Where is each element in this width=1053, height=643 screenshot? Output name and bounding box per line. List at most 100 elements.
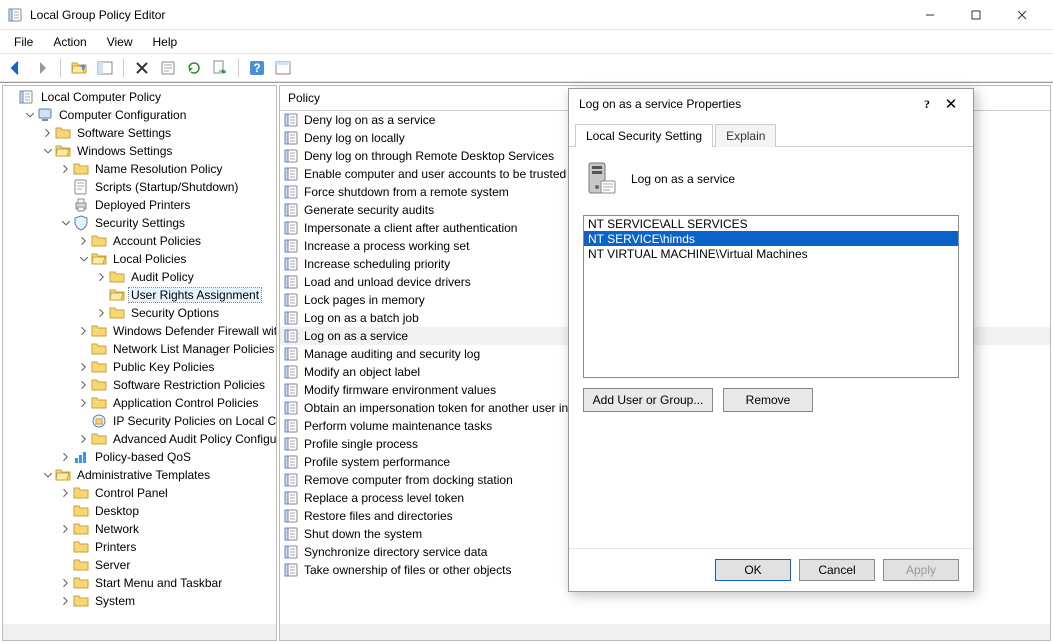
- tree-local-policies[interactable]: Local Policies: [75, 250, 276, 268]
- chevron-right-icon[interactable]: [59, 594, 73, 608]
- menu-action[interactable]: Action: [43, 32, 96, 52]
- member-row[interactable]: NT VIRTUAL MACHINE\Virtual Machines: [584, 246, 958, 261]
- folder-icon: [109, 305, 125, 321]
- tree-windows-settings[interactable]: Windows Settings: [39, 142, 276, 160]
- tree-network-list-manager-policies[interactable]: Network List Manager Policies: [75, 340, 276, 358]
- policy-icon: [284, 274, 300, 290]
- chevron-right-icon[interactable]: [59, 576, 73, 590]
- tree-printers[interactable]: Printers: [57, 538, 276, 556]
- policy-icon: [284, 202, 300, 218]
- chevron-right-icon[interactable]: [59, 450, 73, 464]
- chevron-right-icon[interactable]: [77, 432, 91, 446]
- toolbar-refresh-button[interactable]: [182, 57, 206, 79]
- window-maximize-button[interactable]: [953, 0, 999, 30]
- remove-button[interactable]: Remove: [723, 388, 813, 412]
- tab-local-security-setting[interactable]: Local Security Setting: [575, 124, 713, 147]
- toolbar-show-hide-tree-button[interactable]: [93, 57, 117, 79]
- chevron-right-icon[interactable]: [77, 396, 91, 410]
- tree-scrollbar[interactable]: [3, 624, 276, 640]
- tree-software-restriction-policies[interactable]: Software Restriction Policies: [75, 376, 276, 394]
- policy-label: Increase scheduling priority: [304, 257, 450, 271]
- tree-pane[interactable]: Local Computer Policy Computer Configura…: [2, 85, 277, 641]
- toolbar-help-button[interactable]: ?: [245, 57, 269, 79]
- tree-security-settings[interactable]: Security Settings: [57, 214, 276, 232]
- chevron-right-icon[interactable]: [59, 522, 73, 536]
- dialog-close-button[interactable]: ✕: [939, 95, 963, 113]
- tree-start-menu-taskbar[interactable]: Start Menu and Taskbar: [57, 574, 276, 592]
- members-listbox[interactable]: NT SERVICE\ALL SERVICESNT SERVICE\himdsN…: [583, 215, 959, 378]
- toolbar-back-button[interactable]: [4, 57, 28, 79]
- folder-open-icon: [55, 467, 71, 483]
- policy-icon: [284, 454, 300, 470]
- tree-system[interactable]: System: [57, 592, 276, 610]
- toolbar-forward-button[interactable]: [30, 57, 54, 79]
- chevron-right-icon[interactable]: [77, 360, 91, 374]
- tree-name-resolution-policy[interactable]: Name Resolution Policy: [57, 160, 276, 178]
- add-user-or-group-button[interactable]: Add User or Group...: [583, 388, 713, 412]
- chevron-right-icon[interactable]: [77, 324, 91, 338]
- tree-server[interactable]: Server: [57, 556, 276, 574]
- chevron-right-icon[interactable]: [77, 234, 91, 248]
- policy-icon: [284, 508, 300, 524]
- tree-advanced-audit-policy[interactable]: Advanced Audit Policy Configuration: [75, 430, 276, 448]
- dialog-titlebar[interactable]: Log on as a service Properties ? ✕: [569, 89, 973, 119]
- tree-policy-based-qos[interactable]: Policy-based QoS: [57, 448, 276, 466]
- policy-label: Take ownership of files or other objects: [304, 563, 511, 577]
- tree-audit-policy[interactable]: Audit Policy: [93, 268, 276, 286]
- tree-scripts[interactable]: Scripts (Startup/Shutdown): [57, 178, 276, 196]
- toolbar-properties-button[interactable]: [156, 57, 180, 79]
- chevron-right-icon[interactable]: [95, 270, 109, 284]
- toolbar-up-button[interactable]: [67, 57, 91, 79]
- chevron-right-icon[interactable]: [59, 162, 73, 176]
- window-close-button[interactable]: [999, 0, 1045, 30]
- tree-account-policies[interactable]: Account Policies: [75, 232, 276, 250]
- tree-network[interactable]: Network: [57, 520, 276, 538]
- tree-security-options[interactable]: Security Options: [93, 304, 276, 322]
- policy-icon: [284, 310, 300, 326]
- policy-label: Modify firmware environment values: [304, 383, 496, 397]
- chevron-down-icon[interactable]: [59, 216, 73, 230]
- tree-deployed-printers[interactable]: Deployed Printers: [57, 196, 276, 214]
- folder-open-icon: [91, 251, 107, 267]
- member-row[interactable]: NT SERVICE\ALL SERVICES: [584, 216, 958, 231]
- ok-button[interactable]: OK: [715, 559, 791, 581]
- tree-control-panel[interactable]: Control Panel: [57, 484, 276, 502]
- chevron-right-icon[interactable]: [77, 378, 91, 392]
- toolbar-export-button[interactable]: [208, 57, 232, 79]
- folder-icon: [73, 161, 89, 177]
- chevron-right-icon[interactable]: [59, 486, 73, 500]
- chevron-right-icon[interactable]: [95, 306, 109, 320]
- tree-administrative-templates[interactable]: Administrative Templates: [39, 466, 276, 484]
- tree-root[interactable]: Local Computer Policy: [3, 88, 276, 106]
- chevron-down-icon[interactable]: [41, 468, 55, 482]
- toolbar-filter-button[interactable]: [271, 57, 295, 79]
- tree-user-rights-assignment[interactable]: User Rights Assignment: [93, 286, 276, 304]
- chevron-down-icon[interactable]: [41, 144, 55, 158]
- menu-view[interactable]: View: [97, 32, 143, 52]
- policy-label: Lock pages in memory: [304, 293, 425, 307]
- tree-ip-security-policies[interactable]: IP Security Policies on Local Computer: [75, 412, 276, 430]
- member-row[interactable]: NT SERVICE\himds: [584, 231, 958, 246]
- tree-computer-configuration[interactable]: Computer Configuration: [21, 106, 276, 124]
- menu-file[interactable]: File: [4, 32, 43, 52]
- window-minimize-button[interactable]: [907, 0, 953, 30]
- apply-button[interactable]: Apply: [883, 559, 959, 581]
- toolbar-delete-button[interactable]: [130, 57, 154, 79]
- chevron-right-icon[interactable]: [41, 126, 55, 140]
- shield-icon: [73, 215, 89, 231]
- folder-icon: [91, 233, 107, 249]
- chevron-down-icon[interactable]: [77, 252, 91, 266]
- cancel-button[interactable]: Cancel: [799, 559, 875, 581]
- menu-help[interactable]: Help: [143, 32, 188, 52]
- tree-desktop[interactable]: Desktop: [57, 502, 276, 520]
- dialog-help-button[interactable]: ?: [915, 97, 939, 112]
- tree-windows-defender-firewall[interactable]: Windows Defender Firewall with Advanced …: [75, 322, 276, 340]
- policy-icon: [284, 490, 300, 506]
- tab-explain[interactable]: Explain: [715, 124, 776, 147]
- tree-software-settings[interactable]: Software Settings: [39, 124, 276, 142]
- list-scrollbar[interactable]: [280, 624, 1050, 640]
- printer-icon: [73, 197, 89, 213]
- chevron-down-icon[interactable]: [23, 108, 37, 122]
- tree-public-key-policies[interactable]: Public Key Policies: [75, 358, 276, 376]
- tree-application-control-policies[interactable]: Application Control Policies: [75, 394, 276, 412]
